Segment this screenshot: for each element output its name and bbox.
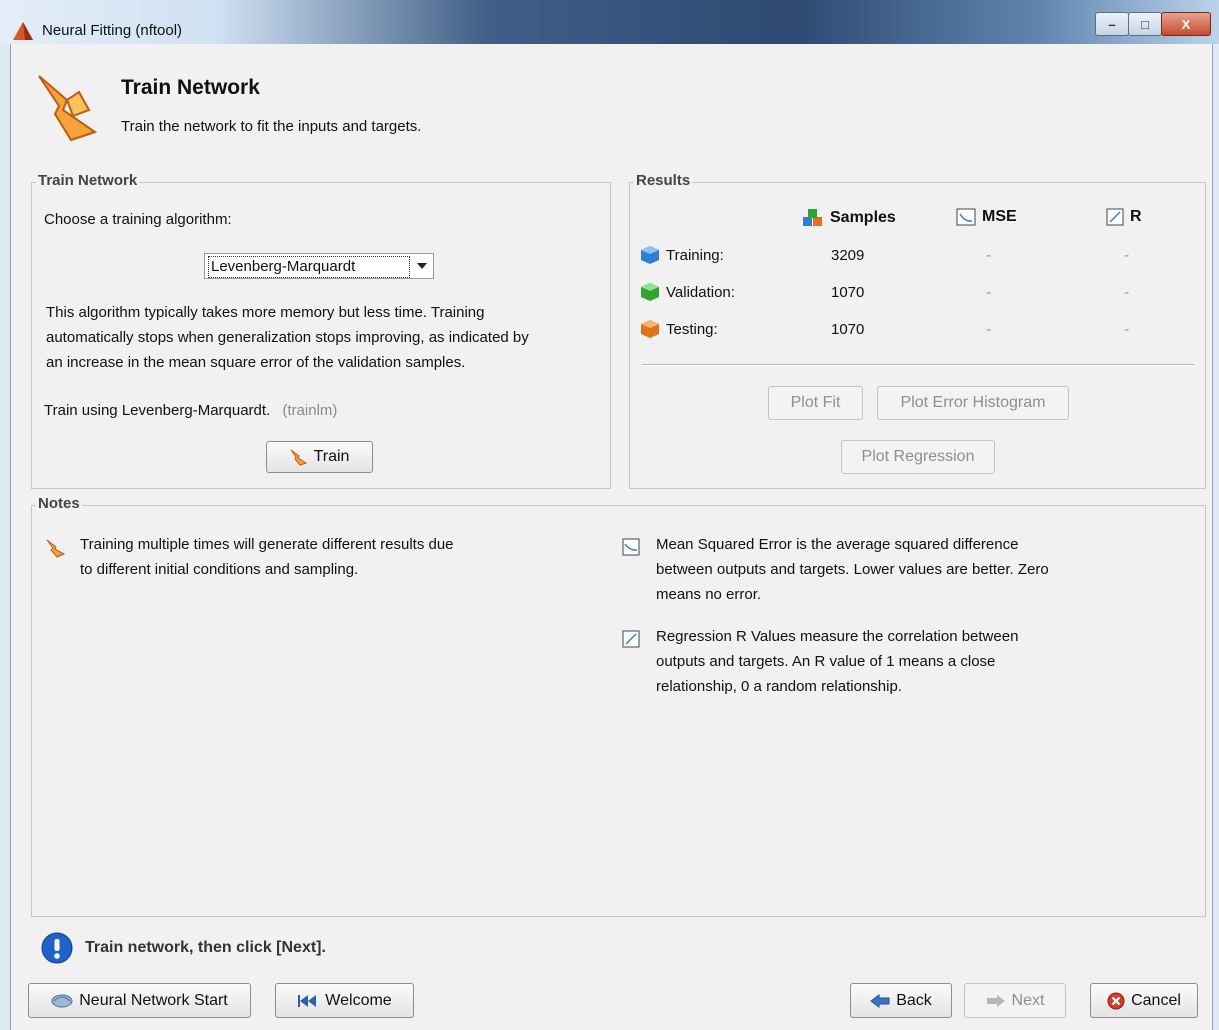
training-r-value: - xyxy=(1124,247,1130,264)
train-button[interactable]: Train xyxy=(266,441,373,473)
regression-icon xyxy=(622,630,640,648)
algorithm-description: This algorithm typically takes more memo… xyxy=(46,300,606,375)
train-using-text: Train using Levenberg-Marquardt. (trainl… xyxy=(44,398,337,423)
title-bar: Neural Fitting (nftool) – □ X xyxy=(0,0,1219,44)
maximize-button[interactable]: □ xyxy=(1128,12,1162,36)
back-button-label: Back xyxy=(896,991,932,1009)
note-line: outputs and targets. An R value of 1 mea… xyxy=(656,653,996,670)
plot-regression-button[interactable]: Plot Regression xyxy=(841,440,995,474)
info-icon xyxy=(41,932,73,964)
train-icon xyxy=(290,449,307,466)
note-training: Training multiple times will generate di… xyxy=(80,532,454,582)
mse-icon xyxy=(956,208,976,226)
skip-back-icon xyxy=(298,994,317,1007)
train-network-panel: Train Network Choose a training algorith… xyxy=(31,172,611,489)
row-label: Testing: xyxy=(666,320,718,338)
mse-header-label: MSE xyxy=(982,208,1017,225)
mse-column-header: MSE xyxy=(956,208,1017,226)
next-button-label: Next xyxy=(1011,991,1045,1009)
window-frame-right xyxy=(1212,44,1219,1030)
row-label: Validation: xyxy=(666,283,735,301)
minimize-button[interactable]: – xyxy=(1095,12,1129,36)
results-row-training: Training: xyxy=(640,245,724,265)
note-line: Regression R Values measure the correlat… xyxy=(656,628,1019,645)
wizard-client-area: Train Network Train the network to fit t… xyxy=(11,44,1212,1030)
green-cube-icon xyxy=(641,283,659,301)
samples-cubes-icon xyxy=(803,209,822,226)
mse-icon xyxy=(622,538,640,556)
orange-cube-icon xyxy=(641,320,659,338)
neural-network-icon xyxy=(51,994,73,1007)
training-mse-value: - xyxy=(986,247,992,264)
status-message-text: Train network, then click [Next]. xyxy=(85,939,326,956)
notes-legend: Notes xyxy=(36,495,82,512)
note-mse: Mean Squared Error is the average square… xyxy=(656,532,1049,607)
validation-r-value: - xyxy=(1124,284,1130,301)
close-button[interactable]: X xyxy=(1161,12,1211,36)
train-using-label: Train using Levenberg-Marquardt. xyxy=(44,402,271,419)
note-line: relationship, 0 a random relationship. xyxy=(656,678,902,695)
algorithm-select-value: Levenberg-Marquardt xyxy=(208,256,410,278)
cancel-button[interactable]: Cancel xyxy=(1090,983,1198,1018)
welcome-button-label: Welcome xyxy=(325,991,392,1009)
train-button-label: Train xyxy=(313,448,350,465)
description-line: an increase in the mean square error of … xyxy=(46,354,466,371)
welcome-button[interactable]: Welcome xyxy=(275,983,414,1018)
note-line: between outputs and targets. Lower value… xyxy=(656,561,1049,578)
validation-samples-value: 1070 xyxy=(831,284,865,301)
plot-fit-button[interactable]: Plot Fit xyxy=(768,386,863,420)
next-button[interactable]: Next xyxy=(964,983,1066,1018)
cancel-icon xyxy=(1107,992,1125,1009)
train-icon xyxy=(38,75,98,142)
page-subtitle: Train the network to fit the inputs and … xyxy=(121,118,422,135)
samples-column-header: Samples xyxy=(802,208,896,228)
choose-algorithm-label: Choose a training algorithm: xyxy=(44,211,232,228)
description-line: This algorithm typically takes more memo… xyxy=(46,304,485,321)
validation-mse-value: - xyxy=(986,284,992,301)
train-function-name: (trainlm) xyxy=(282,402,338,419)
page-title: Train Network xyxy=(121,76,260,99)
note-line: Mean Squared Error is the average square… xyxy=(656,536,1019,553)
notes-panel: Notes Training multiple times will gener… xyxy=(31,495,1206,917)
testing-mse-value: - xyxy=(986,321,992,338)
note-line: Training multiple times will generate di… xyxy=(80,536,454,553)
back-button[interactable]: Back xyxy=(850,983,952,1018)
note-regression: Regression R Values measure the correlat… xyxy=(656,624,1018,699)
status-message: Train network, then click [Next]. xyxy=(41,932,326,964)
regression-icon xyxy=(1106,208,1124,226)
r-header-label: R xyxy=(1130,208,1142,225)
training-samples-value: 3209 xyxy=(831,247,865,264)
description-line: automatically stops when generalization … xyxy=(46,329,529,346)
plot-error-histogram-button[interactable]: Plot Error Histogram xyxy=(877,386,1069,420)
train-icon xyxy=(46,539,66,558)
results-row-validation: Validation: xyxy=(640,282,735,302)
testing-r-value: - xyxy=(1124,321,1130,338)
window-title: Neural Fitting (nftool) xyxy=(42,22,183,39)
note-line: to different initial conditions and samp… xyxy=(80,561,359,578)
algorithm-select[interactable]: Levenberg-Marquardt xyxy=(204,253,434,279)
window-controls: – □ X xyxy=(1095,12,1211,36)
window-frame-left xyxy=(0,44,11,1030)
dropdown-arrow-icon xyxy=(417,263,427,269)
r-column-header: R xyxy=(1106,208,1142,226)
results-divider xyxy=(642,364,1195,366)
blue-cube-icon xyxy=(641,246,659,264)
matlab-logo-icon xyxy=(13,22,33,40)
results-legend: Results xyxy=(634,172,693,189)
testing-samples-value: 1070 xyxy=(831,321,865,338)
cancel-button-label: Cancel xyxy=(1131,991,1181,1009)
note-line: means no error. xyxy=(656,586,762,603)
results-panel: Results Samples MSE R Training: 3209 - -… xyxy=(629,172,1206,489)
results-row-testing: Testing: xyxy=(640,319,718,339)
row-label: Training: xyxy=(666,246,724,264)
train-network-legend: Train Network xyxy=(36,172,140,189)
back-arrow-icon xyxy=(870,993,890,1008)
start-button-label: Neural Network Start xyxy=(79,991,228,1009)
neural-network-start-button[interactable]: Neural Network Start xyxy=(28,983,251,1018)
samples-header-label: Samples xyxy=(830,209,896,226)
next-arrow-icon xyxy=(986,994,1005,1007)
